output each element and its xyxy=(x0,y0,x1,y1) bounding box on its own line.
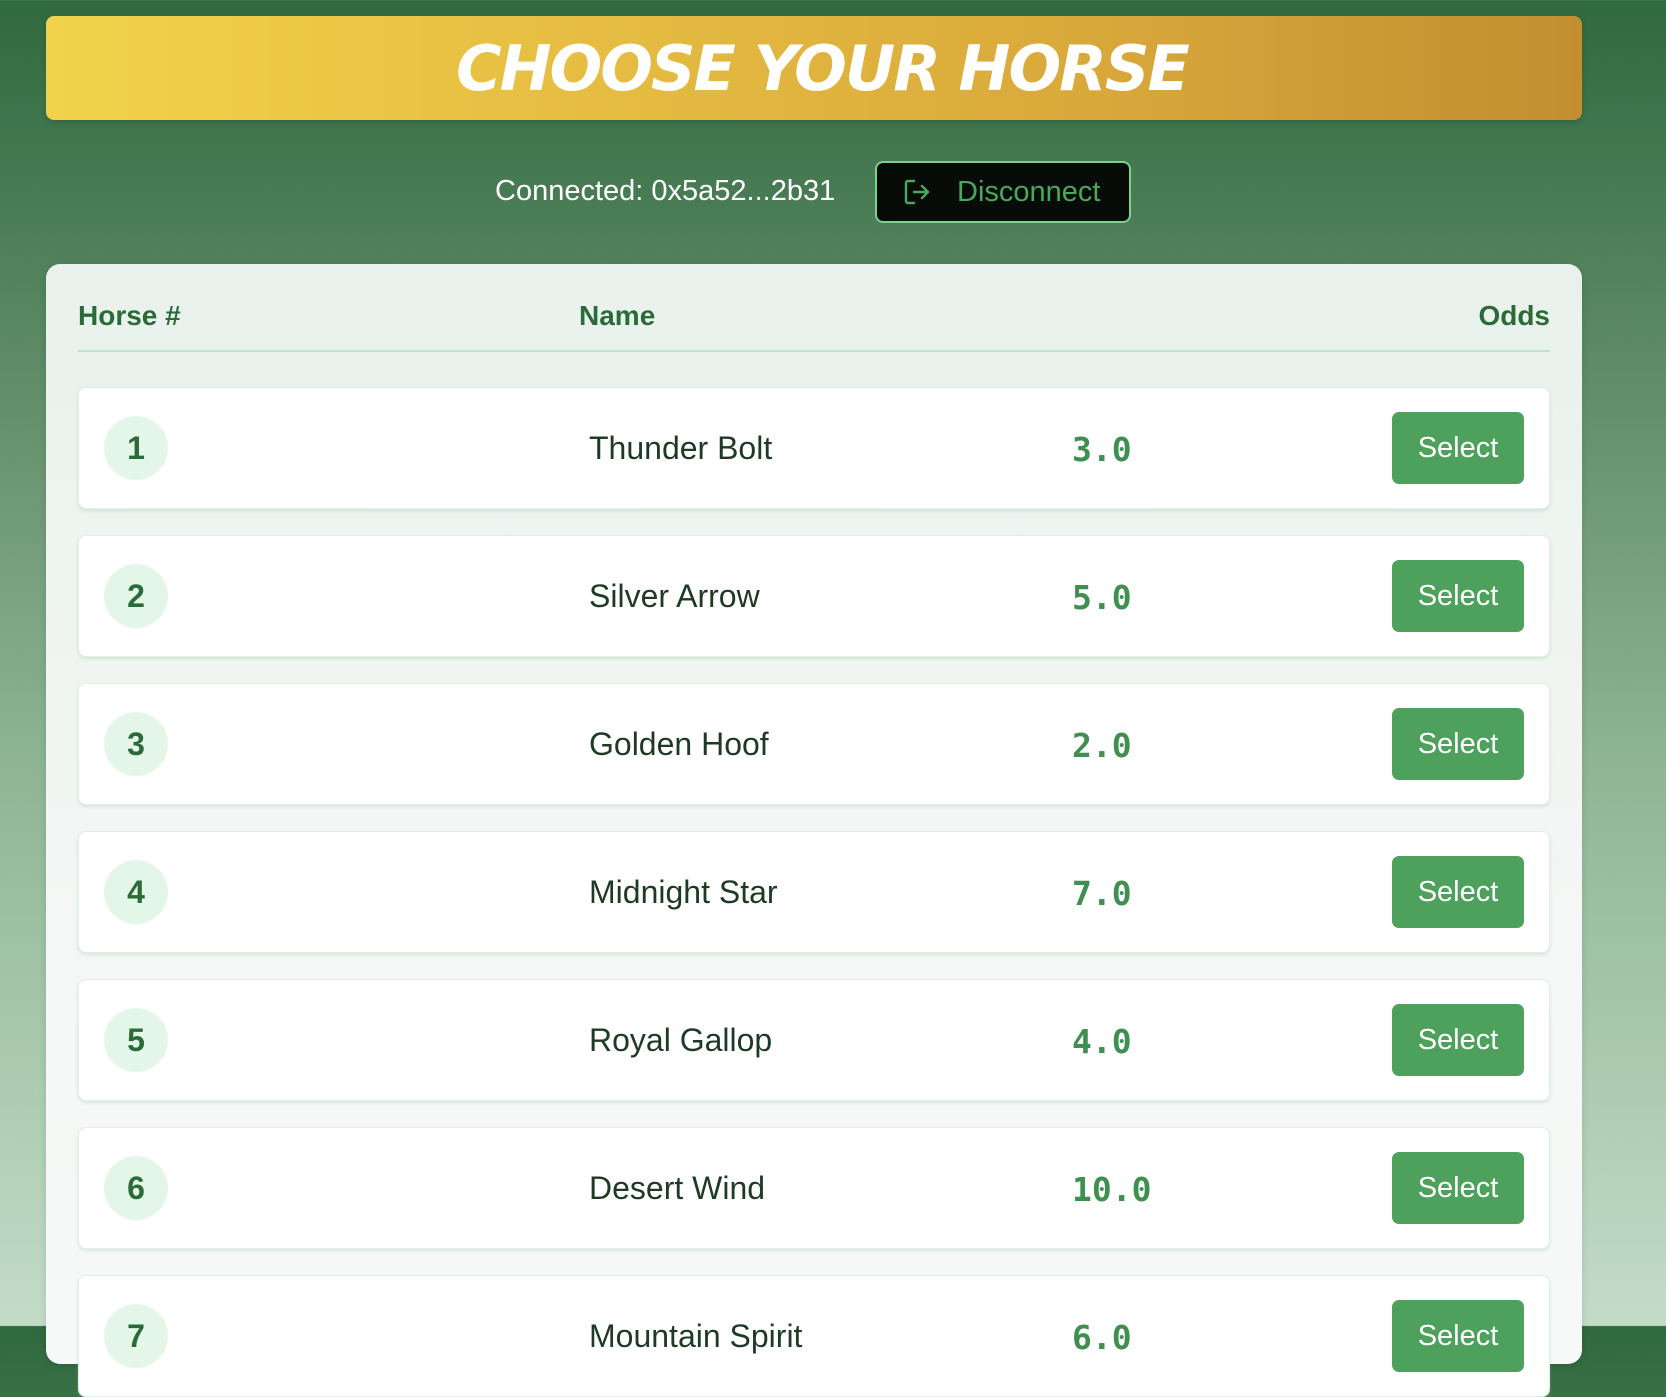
horse-odds: 10.0 xyxy=(1072,1170,1152,1209)
connected-address: Connected: 0x5a52...2b31 xyxy=(495,175,836,207)
table-row: 6 Desert Wind 10.0 Select xyxy=(78,1127,1550,1249)
horse-number-badge: 2 xyxy=(104,564,168,628)
horse-number-badge: 1 xyxy=(104,416,168,480)
select-button[interactable]: Select xyxy=(1392,708,1524,780)
horse-odds: 3.0 xyxy=(1072,430,1132,469)
select-button[interactable]: Select xyxy=(1392,560,1524,632)
page-title: CHOOSE YOUR HORSE xyxy=(456,31,1190,105)
disconnect-label: Disconnect xyxy=(957,175,1101,208)
table-row: 4 Midnight Star 7.0 Select xyxy=(78,831,1550,953)
select-button[interactable]: Select xyxy=(1392,1300,1524,1372)
horse-name: Thunder Bolt xyxy=(589,430,773,466)
horse-odds: 4.0 xyxy=(1072,1022,1132,1061)
table-header: Horse # Name Odds xyxy=(78,264,1550,352)
horse-odds: 2.0 xyxy=(1072,726,1132,765)
disconnect-button[interactable]: Disconnect xyxy=(875,161,1131,223)
table-row: 2 Silver Arrow 5.0 Select xyxy=(78,535,1550,657)
wallet-bar: Connected: 0x5a52...2b31 Disconnect xyxy=(0,161,1666,224)
horse-name: Silver Arrow xyxy=(589,578,760,614)
horse-name: Mountain Spirit xyxy=(589,1318,803,1354)
select-button[interactable]: Select xyxy=(1392,1152,1524,1224)
horse-odds: 6.0 xyxy=(1072,1318,1132,1357)
table-row: 7 Mountain Spirit 6.0 Select xyxy=(78,1275,1550,1397)
column-header-number: Horse # xyxy=(78,300,181,331)
select-button[interactable]: Select xyxy=(1392,412,1524,484)
select-button[interactable]: Select xyxy=(1392,856,1524,928)
horse-number-badge: 3 xyxy=(104,712,168,776)
horse-number-badge: 4 xyxy=(104,860,168,924)
column-header-odds: Odds xyxy=(1478,300,1550,331)
horse-odds: 7.0 xyxy=(1072,874,1132,913)
title-banner: CHOOSE YOUR HORSE xyxy=(46,16,1582,120)
table-row: 3 Golden Hoof 2.0 Select xyxy=(78,683,1550,805)
horse-table-panel: Horse # Name Odds 1 Thunder Bolt 3.0 Sel… xyxy=(46,264,1582,1397)
horse-number-badge: 7 xyxy=(104,1304,168,1368)
column-header-name: Name xyxy=(579,300,656,331)
horse-number-badge: 6 xyxy=(104,1156,168,1220)
select-button[interactable]: Select xyxy=(1392,1004,1524,1076)
horse-odds: 5.0 xyxy=(1072,578,1132,617)
horse-name: Midnight Star xyxy=(589,874,778,910)
table-row: 1 Thunder Bolt 3.0 Select xyxy=(78,387,1550,509)
table-row: 5 Royal Gallop 4.0 Select xyxy=(78,979,1550,1101)
logout-icon xyxy=(901,176,933,208)
horse-name: Golden Hoof xyxy=(589,726,769,762)
horse-name: Royal Gallop xyxy=(589,1022,773,1058)
horse-name: Desert Wind xyxy=(589,1170,766,1206)
horse-number-badge: 5 xyxy=(104,1008,168,1072)
